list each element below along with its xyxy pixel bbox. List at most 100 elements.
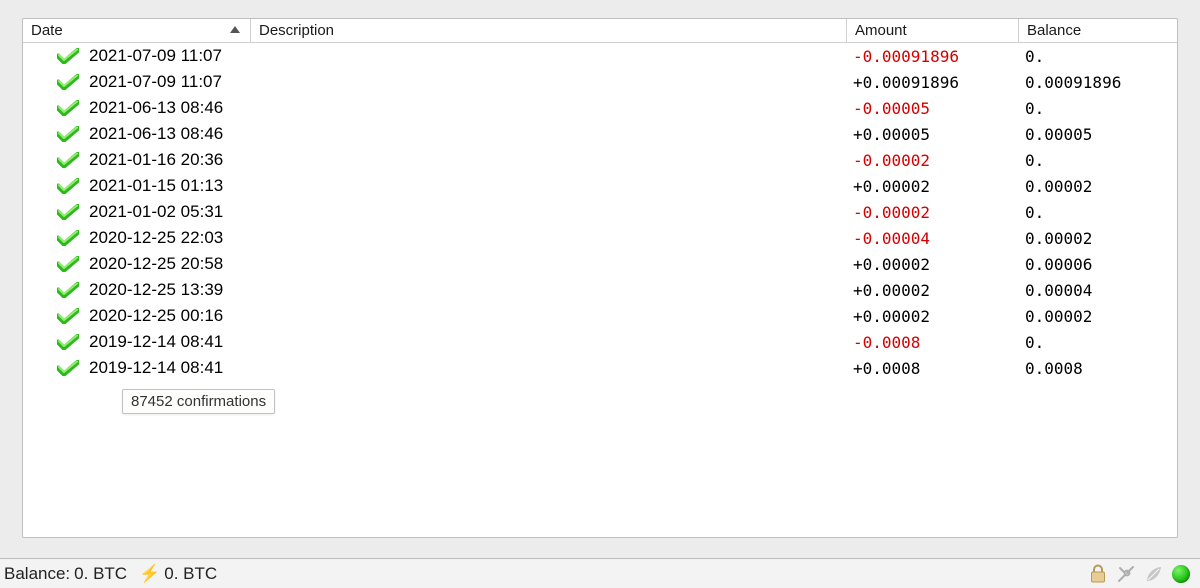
date-text: 2020-12-25 20:58	[89, 254, 223, 274]
column-label: Balance	[1027, 22, 1081, 39]
network-status-icon[interactable]	[1172, 565, 1190, 583]
column-header-description[interactable]: Description	[251, 19, 847, 42]
table-row[interactable]: 2021-01-02 05:31 -0.000020.	[23, 199, 1177, 225]
confirmed-check-icon	[57, 204, 79, 220]
cell-date: 2020-12-25 13:39	[23, 280, 251, 300]
confirmed-check-icon	[57, 48, 79, 64]
date-text: 2021-07-09 11:07	[89, 72, 222, 92]
status-icons	[1088, 564, 1200, 584]
cell-date: 2021-06-13 08:46	[23, 124, 251, 144]
column-header-date[interactable]: Date	[23, 19, 251, 42]
table-header: Date Description Amount Balance	[23, 19, 1177, 43]
cell-amount: -0.00002	[847, 203, 1019, 222]
confirmed-check-icon	[57, 178, 79, 194]
tooltip-text: 87452 confirmations	[131, 393, 266, 410]
seed-icon[interactable]	[1144, 564, 1164, 584]
table-row[interactable]: 2021-06-13 08:46 -0.000050.	[23, 95, 1177, 121]
cell-amount: +0.00005	[847, 125, 1019, 144]
table-row[interactable]: 2020-12-25 13:39 +0.000020.00004	[23, 277, 1177, 303]
table-row[interactable]: 2021-07-09 11:07 +0.000918960.00091896	[23, 69, 1177, 95]
confirmations-tooltip: 87452 confirmations	[122, 389, 275, 414]
confirmed-check-icon	[57, 230, 79, 246]
lightning-balance-value: 0. BTC	[164, 564, 217, 584]
cell-date: 2021-07-09 11:07	[23, 72, 251, 92]
table-row[interactable]: 2020-12-25 22:03 -0.000040.00002	[23, 225, 1177, 251]
cell-date: 2021-06-13 08:46	[23, 98, 251, 118]
confirmed-check-icon	[57, 152, 79, 168]
table-body: 2021-07-09 11:07-0.000918960.2021-07-09 …	[23, 43, 1177, 381]
table-row[interactable]: 2019-12-14 08:41 +0.00080.0008	[23, 355, 1177, 381]
cell-date: 2020-12-25 22:03	[23, 228, 251, 248]
cell-date: 2019-12-14 08:41	[23, 332, 251, 352]
date-text: 2021-06-13 08:46	[89, 98, 223, 118]
date-text: 2019-12-14 08:41	[89, 358, 223, 378]
cell-balance: 0.	[1019, 151, 1177, 170]
table-row[interactable]: 2021-01-16 20:36 -0.000020.	[23, 147, 1177, 173]
tools-icon[interactable]	[1116, 564, 1136, 584]
confirmed-check-icon	[57, 74, 79, 90]
cell-balance: 0.00002	[1019, 307, 1177, 326]
confirmed-check-icon	[57, 308, 79, 324]
cell-date: 2021-01-15 01:13	[23, 176, 251, 196]
cell-balance: 0.00006	[1019, 255, 1177, 274]
cell-amount: -0.00091896	[847, 47, 1019, 66]
table-row[interactable]: 2020-12-25 00:16 +0.000020.00002	[23, 303, 1177, 329]
confirmed-check-icon	[57, 100, 79, 116]
cell-date: 2020-12-25 20:58	[23, 254, 251, 274]
cell-amount: +0.00002	[847, 281, 1019, 300]
table-row[interactable]: 2021-07-09 11:07 -0.000918960.	[23, 43, 1177, 69]
balance-label: Balance:	[4, 564, 70, 584]
cell-date: 2019-12-14 08:41	[23, 358, 251, 378]
column-label: Date	[31, 22, 63, 39]
cell-date: 2021-01-02 05:31	[23, 202, 251, 222]
date-text: 2019-12-14 08:41	[89, 332, 223, 352]
cell-balance: 0.00002	[1019, 229, 1177, 248]
date-text: 2021-07-09 11:07	[89, 46, 222, 66]
date-text: 2020-12-25 00:16	[89, 306, 223, 326]
balance-value: 0. BTC	[74, 564, 127, 584]
cell-date: 2020-12-25 00:16	[23, 306, 251, 326]
confirmed-check-icon	[57, 334, 79, 350]
table-row[interactable]: 2021-06-13 08:46 +0.000050.00005	[23, 121, 1177, 147]
confirmed-check-icon	[57, 126, 79, 142]
cell-balance: 0.	[1019, 47, 1177, 66]
cell-amount: -0.00005	[847, 99, 1019, 118]
lock-icon[interactable]	[1088, 564, 1108, 584]
date-text: 2021-01-16 20:36	[89, 150, 223, 170]
cell-amount: +0.00002	[847, 177, 1019, 196]
date-text: 2021-01-15 01:13	[89, 176, 223, 196]
cell-balance: 0.0008	[1019, 359, 1177, 378]
date-text: 2020-12-25 13:39	[89, 280, 223, 300]
confirmed-check-icon	[57, 282, 79, 298]
cell-balance: 0.	[1019, 333, 1177, 352]
cell-amount: +0.00002	[847, 307, 1019, 326]
confirmed-check-icon	[57, 256, 79, 272]
status-bar: Balance: 0. BTC ⚡ 0. BTC	[0, 558, 1200, 588]
cell-amount: -0.00004	[847, 229, 1019, 248]
cell-balance: 0.00002	[1019, 177, 1177, 196]
cell-amount: -0.0008	[847, 333, 1019, 352]
cell-date: 2021-01-16 20:36	[23, 150, 251, 170]
cell-balance: 0.00005	[1019, 125, 1177, 144]
cell-balance: 0.	[1019, 99, 1177, 118]
confirmed-check-icon	[57, 360, 79, 376]
table-row[interactable]: 2021-01-15 01:13 +0.000020.00002	[23, 173, 1177, 199]
cell-amount: -0.00002	[847, 151, 1019, 170]
table-row[interactable]: 2019-12-14 08:41 -0.00080.	[23, 329, 1177, 355]
column-label: Amount	[855, 22, 907, 39]
column-header-amount[interactable]: Amount	[847, 19, 1019, 42]
cell-balance: 0.00091896	[1019, 73, 1177, 92]
column-label: Description	[259, 22, 334, 39]
table-row[interactable]: 2020-12-25 20:58 +0.000020.00006	[23, 251, 1177, 277]
cell-amount: +0.00091896	[847, 73, 1019, 92]
cell-date: 2021-07-09 11:07	[23, 46, 251, 66]
cell-amount: +0.0008	[847, 359, 1019, 378]
lightning-icon: ⚡	[139, 564, 160, 584]
date-text: 2021-01-02 05:31	[89, 202, 223, 222]
cell-amount: +0.00002	[847, 255, 1019, 274]
date-text: 2021-06-13 08:46	[89, 124, 223, 144]
column-header-balance[interactable]: Balance	[1019, 19, 1177, 42]
transactions-panel: Date Description Amount Balance 2021-07-…	[22, 18, 1178, 538]
cell-balance: 0.	[1019, 203, 1177, 222]
cell-balance: 0.00004	[1019, 281, 1177, 300]
